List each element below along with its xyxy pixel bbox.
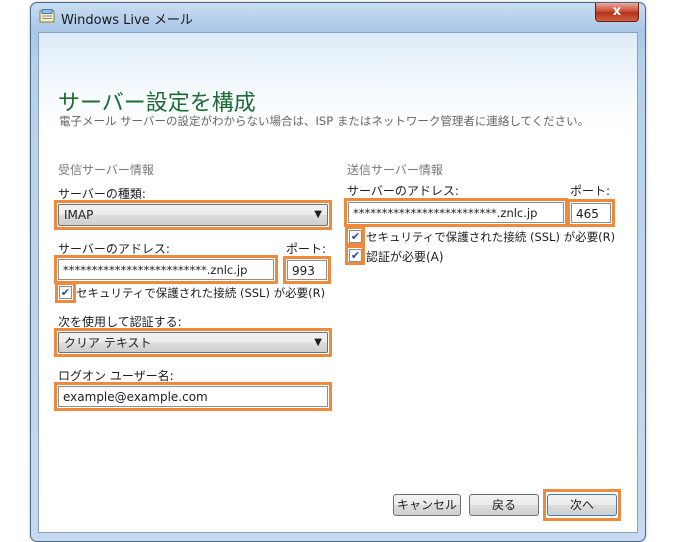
incoming-section-label: 受信サーバー情報 bbox=[58, 163, 154, 177]
auth-method-dropdown[interactable]: クリア テキスト ▼ bbox=[58, 332, 328, 353]
outgoing-port-label: ポート: bbox=[570, 184, 611, 198]
cancel-button[interactable]: キャンセル bbox=[393, 494, 461, 516]
close-icon: x bbox=[612, 4, 622, 19]
outgoing-ssl-label: セキュリティで保護された接続 (SSL) が必要(R) bbox=[366, 230, 616, 244]
next-button[interactable]: 次へ bbox=[547, 494, 617, 516]
checkmark-icon: ✔ bbox=[350, 249, 361, 262]
title-bar: Windows Live メール x bbox=[31, 3, 645, 33]
back-button[interactable]: 戻る bbox=[469, 494, 539, 516]
auth-required-checkbox[interactable]: ✔ bbox=[349, 249, 362, 262]
server-type-value: IMAP bbox=[64, 208, 94, 222]
close-button[interactable]: x bbox=[595, 3, 639, 22]
logon-username-input[interactable]: example@example.com bbox=[58, 386, 328, 407]
outgoing-address-label: サーバーのアドレス: bbox=[347, 184, 459, 198]
outgoing-port-input[interactable]: 465 bbox=[571, 203, 611, 223]
auth-required-label: 認証が必要(A) bbox=[366, 250, 444, 264]
incoming-ssl-checkbox[interactable]: ✔ bbox=[59, 286, 72, 299]
window-title: Windows Live メール bbox=[61, 13, 193, 28]
page-subheading: 電子メール サーバーの設定がわからない場合は、ISP またはネットワーク管理者に… bbox=[59, 114, 590, 128]
incoming-address-input[interactable]: *************************.znlc.jp bbox=[58, 259, 274, 280]
mail-app-icon bbox=[39, 9, 55, 23]
checkmark-icon: ✔ bbox=[350, 230, 361, 243]
checkmark-icon: ✔ bbox=[60, 286, 71, 299]
incoming-ssl-label: セキュリティで保護された接続 (SSL) が必要(R) bbox=[76, 286, 326, 300]
auth-method-value: クリア テキスト bbox=[64, 336, 152, 350]
chevron-down-icon: ▼ bbox=[314, 209, 322, 220]
outgoing-address-input[interactable]: *************************.znlc.jp bbox=[348, 202, 564, 223]
incoming-port-label: ポート: bbox=[286, 242, 327, 256]
outgoing-ssl-checkbox[interactable]: ✔ bbox=[349, 230, 362, 243]
server-type-dropdown[interactable]: IMAP ▼ bbox=[58, 204, 328, 226]
outgoing-section-label: 送信サーバー情報 bbox=[347, 163, 443, 177]
chevron-down-icon: ▼ bbox=[314, 337, 322, 348]
incoming-port-input[interactable]: 993 bbox=[287, 260, 327, 280]
